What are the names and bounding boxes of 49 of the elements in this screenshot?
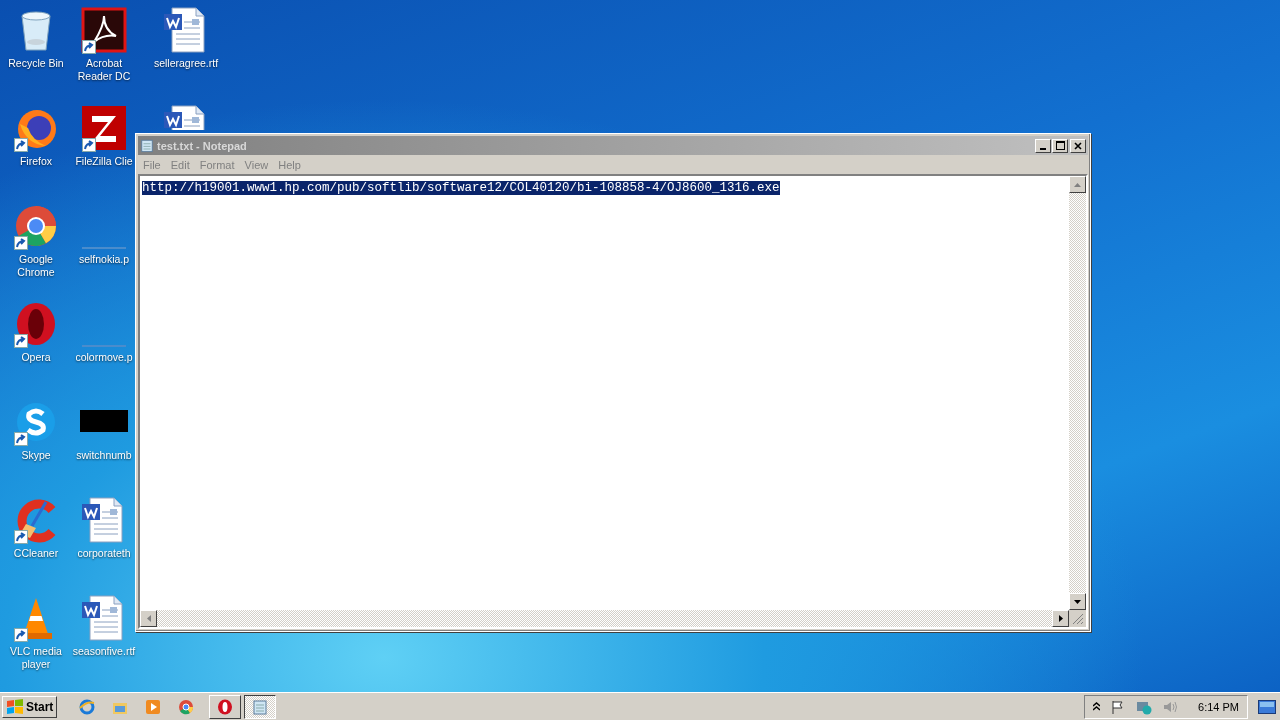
icon-label[interactable]: seasonfive.rtf — [72, 645, 136, 658]
scroll-left-icon — [146, 615, 151, 622]
notepad-icon — [252, 698, 269, 715]
scroll-down-icon — [1074, 599, 1081, 604]
show-desktop-icon[interactable] — [1258, 699, 1276, 714]
browser-icon — [217, 698, 234, 715]
menu-item[interactable]: Help — [273, 158, 306, 171]
maximize-button[interactable] — [1052, 138, 1068, 153]
url-text: http://h19001.www1.hp.com/pub/softlib/software12/COL40120/bi-108858-4/OJ8600_1316.exe — [142, 181, 780, 195]
menu-item[interactable]: Format — [194, 158, 240, 171]
maximize-icon — [1055, 141, 1065, 150]
icon-label[interactable]: VLC media player — [0, 645, 72, 671]
horizontal-scrollbar[interactable] — [140, 610, 1069, 627]
windows-logo-icon — [6, 698, 24, 715]
menu-item[interactable]: File — [138, 158, 166, 171]
icon-label[interactable]: selfnokia.p — [78, 253, 130, 266]
media-player-icon — [145, 698, 162, 715]
icon-label[interactable]: colormove.p — [75, 351, 133, 364]
icon-label[interactable]: Recycle Bin — [8, 57, 64, 70]
window-title: test.txt - Notepad — [157, 139, 248, 152]
clock[interactable]: 6:14 PM — [1198, 700, 1239, 713]
ftp-app-icon[interactable] — [80, 104, 128, 152]
close-icon — [1074, 141, 1082, 150]
start-button[interactable]: Start — [2, 695, 58, 718]
text-area[interactable]: http://h19001.www1.hp.com/pub/softlib/software12/COL40120/bi-108858-4/OJ8600_1316.exe — [138, 174, 1088, 629]
icon-label[interactable]: Acrobat Reader DC — [72, 57, 136, 83]
chevron-up-icon[interactable] — [1093, 702, 1101, 711]
icon-label[interactable]: Google Chrome — [0, 253, 72, 279]
minimize-icon — [1040, 147, 1046, 150]
icon-label[interactable]: selleragree.rtf — [153, 57, 219, 70]
icon-label[interactable]: switchnumb — [76, 449, 132, 462]
pdf-app-icon[interactable] — [80, 6, 128, 54]
scroll-up-icon — [1074, 182, 1081, 187]
taskbar-button[interactable] — [244, 694, 277, 719]
icon-label[interactable]: FileZilla Clie — [75, 155, 133, 168]
menu-item[interactable]: Edit — [165, 158, 195, 171]
scroll-right-icon — [1058, 615, 1063, 622]
icon-label[interactable]: Firefox — [19, 155, 53, 168]
icon-label[interactable]: Skype — [21, 449, 51, 462]
vertical-scrollbar[interactable] — [1069, 176, 1086, 610]
close-button[interactable] — [1070, 138, 1086, 153]
notepad-icon — [140, 138, 154, 153]
browser-icon — [178, 698, 195, 715]
browser-icon — [79, 698, 96, 715]
icon-label[interactable]: Opera — [21, 351, 51, 364]
icon-label[interactable]: corporateth — [77, 547, 131, 560]
menu-item[interactable]: View — [239, 158, 274, 171]
icon-label[interactable]: CCleaner — [13, 547, 59, 560]
minimize-button[interactable] — [1035, 138, 1051, 153]
